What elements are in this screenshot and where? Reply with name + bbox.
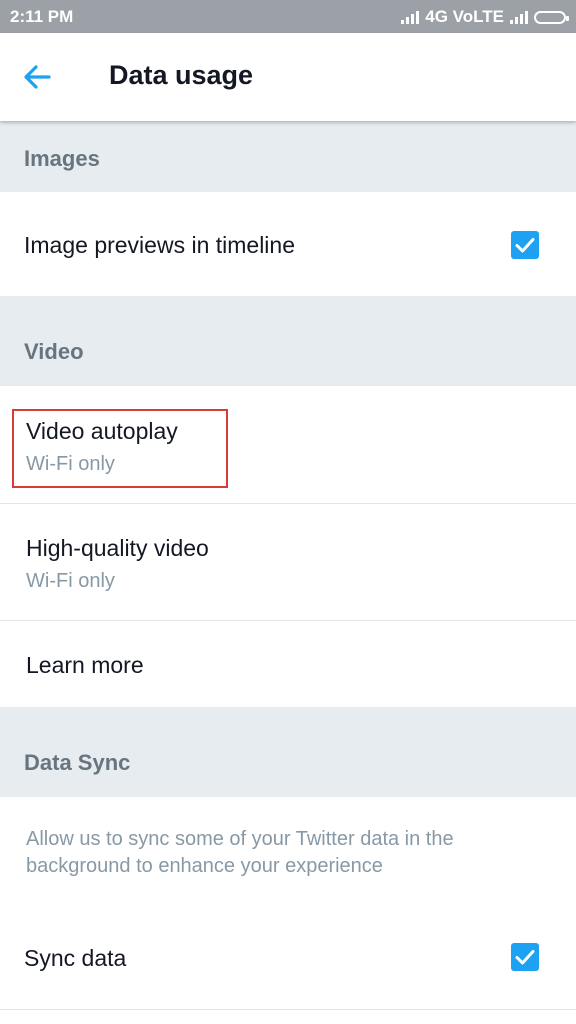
section-header-label: Images — [24, 146, 100, 171]
high-quality-video-value: Wi-Fi only — [26, 570, 115, 592]
back-button[interactable] — [18, 57, 58, 97]
sync-data-row[interactable]: Sync data — [0, 910, 576, 1010]
image-previews-checkbox[interactable] — [511, 231, 539, 259]
arrow-left-icon — [24, 65, 51, 89]
section-header-label: Data Sync — [24, 750, 131, 775]
sync-data-label: Sync data — [24, 945, 127, 971]
section-header-label: Video — [24, 339, 84, 364]
status-bar: 2:11 PM 4G VoLTE — [0, 0, 576, 33]
checkmark-icon — [515, 238, 535, 253]
section-header-data-sync: Data Sync — [0, 707, 576, 797]
signal-icon — [401, 10, 420, 24]
network-type: 4G VoLTE — [425, 7, 504, 26]
signal-icon-secondary — [510, 10, 528, 24]
section-header-video: Video — [0, 296, 576, 386]
highlight-box — [12, 409, 228, 488]
status-indicators: 4G VoLTE — [401, 7, 569, 27]
image-previews-row[interactable]: Image previews in timeline — [0, 192, 576, 296]
app-bar: Data usage — [0, 33, 576, 121]
section-header-images: Images — [0, 121, 576, 192]
high-quality-video-row[interactable]: High-quality video Wi-Fi only — [0, 504, 576, 621]
data-sync-description: Allow us to sync some of your Twitter da… — [26, 828, 454, 877]
high-quality-video-label: High-quality video — [26, 535, 209, 561]
page-title: Data usage — [109, 60, 254, 90]
checkmark-icon — [515, 950, 535, 965]
sync-data-checkbox[interactable] — [511, 943, 539, 971]
learn-more-row[interactable]: Learn more — [0, 621, 576, 707]
status-time: 2:11 PM — [10, 7, 74, 26]
learn-more-link[interactable]: Learn more — [26, 652, 144, 679]
image-previews-label: Image previews in timeline — [24, 232, 296, 258]
battery-icon — [534, 10, 569, 24]
